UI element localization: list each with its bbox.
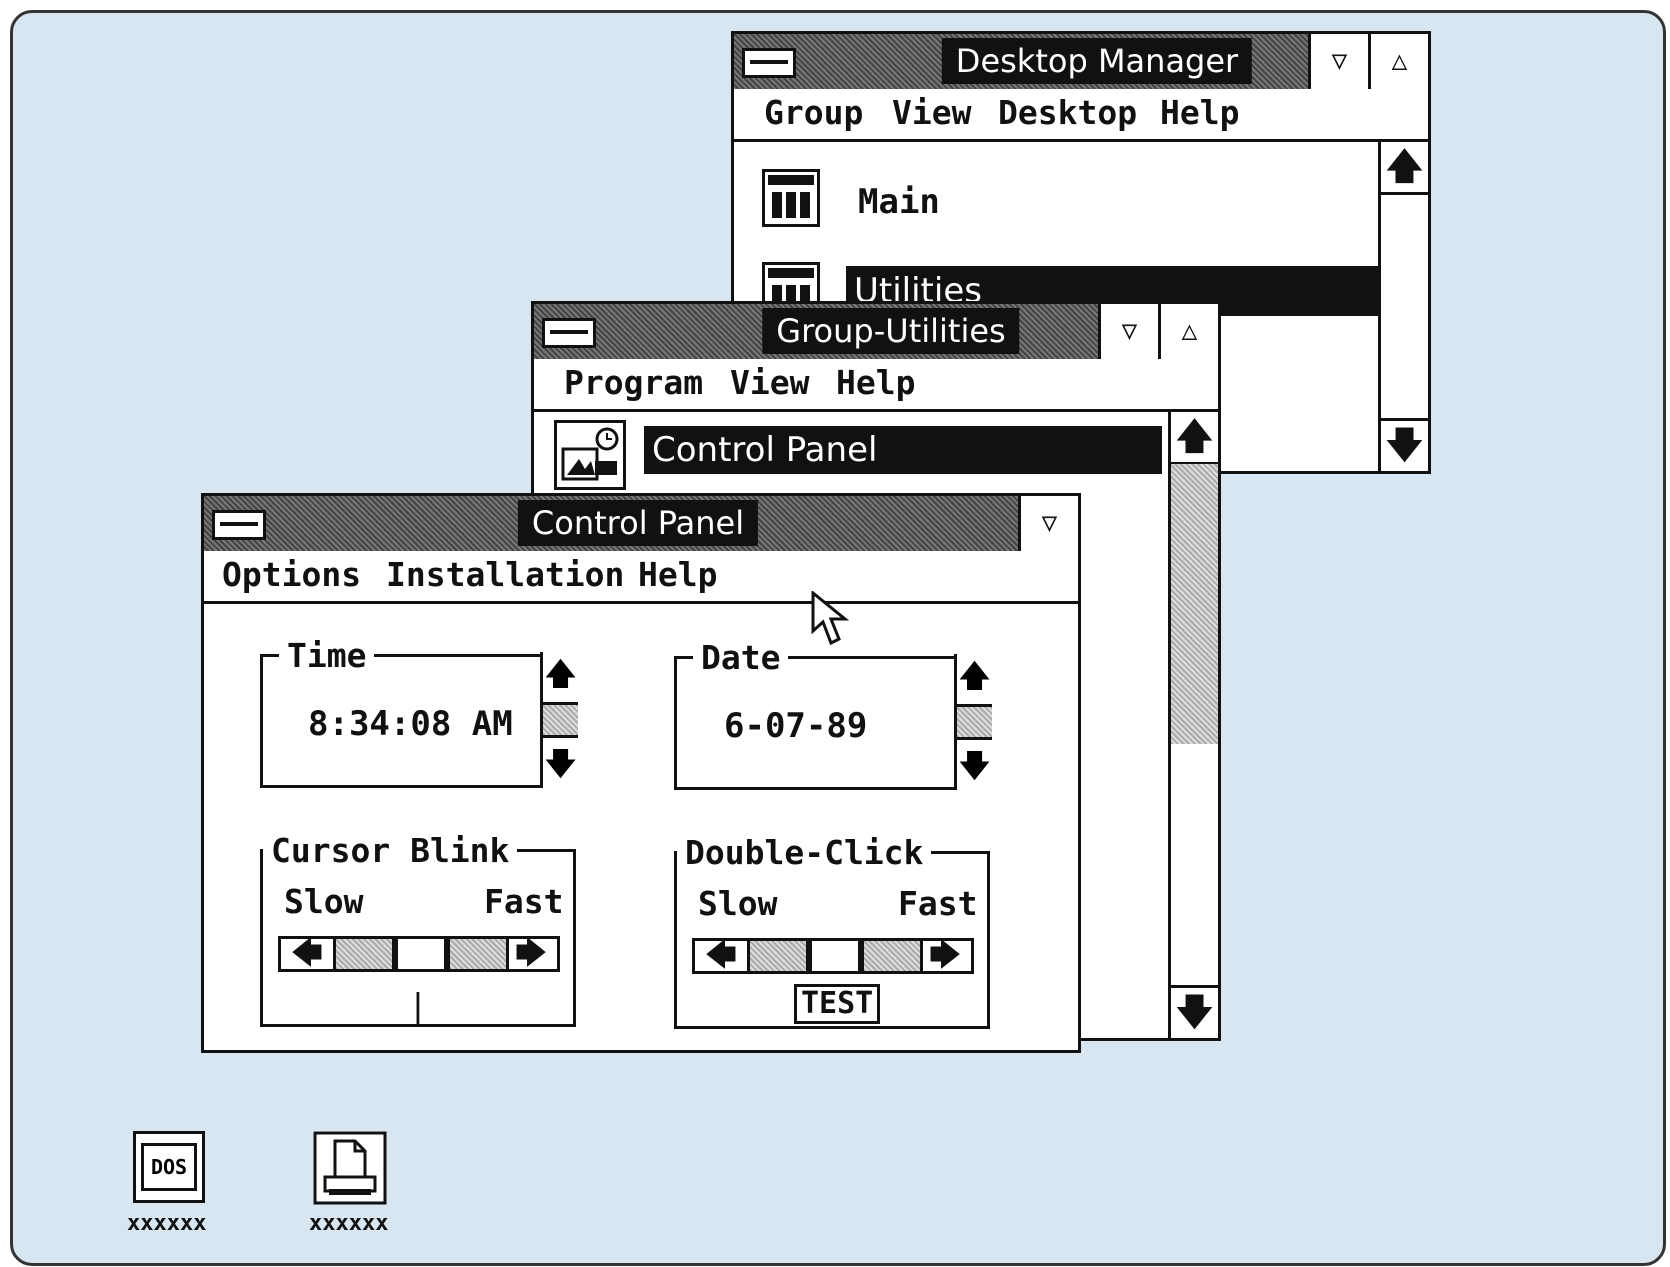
left-arrow-icon[interactable]: 🡄: [281, 939, 333, 969]
menu-program[interactable]: Program: [564, 363, 703, 402]
fast-label: Fast: [484, 882, 564, 921]
dos-icon: DOS: [133, 1131, 205, 1203]
item-label: Control Panel: [644, 426, 1162, 474]
menu-help[interactable]: Help: [1160, 93, 1239, 132]
menu-view[interactable]: View: [892, 93, 971, 132]
spin-thumb: [957, 704, 992, 740]
printer-icon: [313, 1131, 387, 1205]
menu-bar: Options Installation Help: [204, 551, 1078, 604]
slider-track: [861, 941, 923, 971]
menu-desktop[interactable]: Desktop: [998, 93, 1137, 132]
scrollbar-thumb[interactable]: [1171, 464, 1218, 744]
right-arrow-icon[interactable]: 🡆: [919, 941, 971, 971]
system-menu-button[interactable]: [212, 510, 266, 540]
right-arrow-icon[interactable]: 🡆: [505, 939, 557, 969]
mouse-pointer-icon: [811, 591, 850, 646]
left-arrow-icon[interactable]: 🡄: [695, 941, 747, 971]
slider-track: [333, 939, 395, 969]
time-spinner[interactable]: 🡅 🡇: [540, 652, 578, 788]
cursor-blink-label: Cursor Blink: [271, 831, 510, 870]
maximize-button[interactable]: △: [1158, 304, 1218, 359]
control-panel-window: Control Panel ▽ Options Installation Hel…: [201, 493, 1081, 1053]
test-button[interactable]: TEST: [794, 984, 881, 1024]
time-label: Time: [287, 636, 367, 675]
window-title: Group-Utilities: [762, 308, 1020, 354]
slow-label: Slow: [698, 884, 778, 923]
window-title: Desktop Manager: [941, 38, 1253, 84]
cursor-blink-slider[interactable]: 🡄 🡆: [278, 936, 560, 972]
control-panel-titlebar[interactable]: Control Panel ▽: [204, 496, 1078, 554]
time-value[interactable]: 8:34:08 AM: [308, 704, 513, 744]
scroll-up-arrow-icon[interactable]: 🡅: [1381, 142, 1428, 195]
minimize-button[interactable]: ▽: [1308, 34, 1368, 89]
date-value[interactable]: 6-07-89: [724, 706, 867, 746]
slow-label: Slow: [284, 882, 364, 921]
scroll-down-arrow-icon[interactable]: 🡇: [1381, 418, 1428, 471]
slider-track: [447, 939, 509, 969]
vertical-scrollbar[interactable]: 🡅 🡇: [1378, 142, 1428, 471]
menu-bar: Program View Help: [534, 359, 1218, 412]
spin-thumb: [543, 702, 578, 738]
desktop-manager-titlebar[interactable]: Desktop Manager ▽ △: [734, 34, 1428, 92]
scroll-down-arrow-icon[interactable]: 🡇: [1171, 985, 1218, 1038]
slider-thumb[interactable]: [395, 939, 447, 969]
system-menu-button[interactable]: [542, 318, 596, 348]
blink-cursor-preview: |: [408, 986, 428, 1025]
scroll-up-arrow-icon[interactable]: 🡅: [1171, 412, 1218, 465]
system-menu-button[interactable]: [742, 48, 796, 78]
spin-up-icon[interactable]: 🡅: [543, 652, 578, 698]
double-click-slider[interactable]: 🡄 🡆: [692, 938, 974, 974]
fast-label: Fast: [898, 884, 978, 923]
spin-up-icon[interactable]: 🡅: [957, 654, 992, 700]
vertical-scrollbar[interactable]: 🡅 🡇: [1168, 412, 1218, 1038]
control-panel-icon: [554, 420, 626, 490]
spin-down-icon[interactable]: 🡇: [957, 744, 992, 790]
menu-help[interactable]: Help: [638, 555, 717, 594]
menu-options[interactable]: Options: [222, 555, 361, 594]
window-title: Control Panel: [517, 500, 759, 546]
item-label: Main: [858, 182, 940, 222]
dos-icon-text: DOS: [141, 1143, 197, 1191]
double-click-label: Double-Click: [685, 833, 924, 872]
menu-help[interactable]: Help: [836, 363, 915, 402]
desktop: Desktop Manager ▽ △ Group View Desktop H…: [10, 10, 1666, 1266]
menu-group[interactable]: Group: [764, 93, 863, 132]
spin-down-icon[interactable]: 🡇: [543, 742, 578, 788]
minimize-button[interactable]: ▽: [1018, 496, 1078, 551]
icon-caption: xxxxxx: [127, 1211, 207, 1236]
program-group-icon: [762, 169, 820, 227]
icon-caption: xxxxxx: [309, 1211, 389, 1236]
slider-thumb[interactable]: [809, 941, 861, 971]
date-spinner[interactable]: 🡅 🡇: [954, 654, 992, 790]
group-utilities-titlebar[interactable]: Group-Utilities ▽ △: [534, 304, 1218, 362]
menu-bar: Group View Desktop Help: [734, 89, 1428, 142]
menu-installation[interactable]: Installation: [386, 555, 624, 594]
menu-view[interactable]: View: [730, 363, 809, 402]
minimize-button[interactable]: ▽: [1098, 304, 1158, 359]
maximize-button[interactable]: △: [1368, 34, 1428, 89]
slider-track: [747, 941, 809, 971]
date-label: Date: [701, 638, 781, 677]
